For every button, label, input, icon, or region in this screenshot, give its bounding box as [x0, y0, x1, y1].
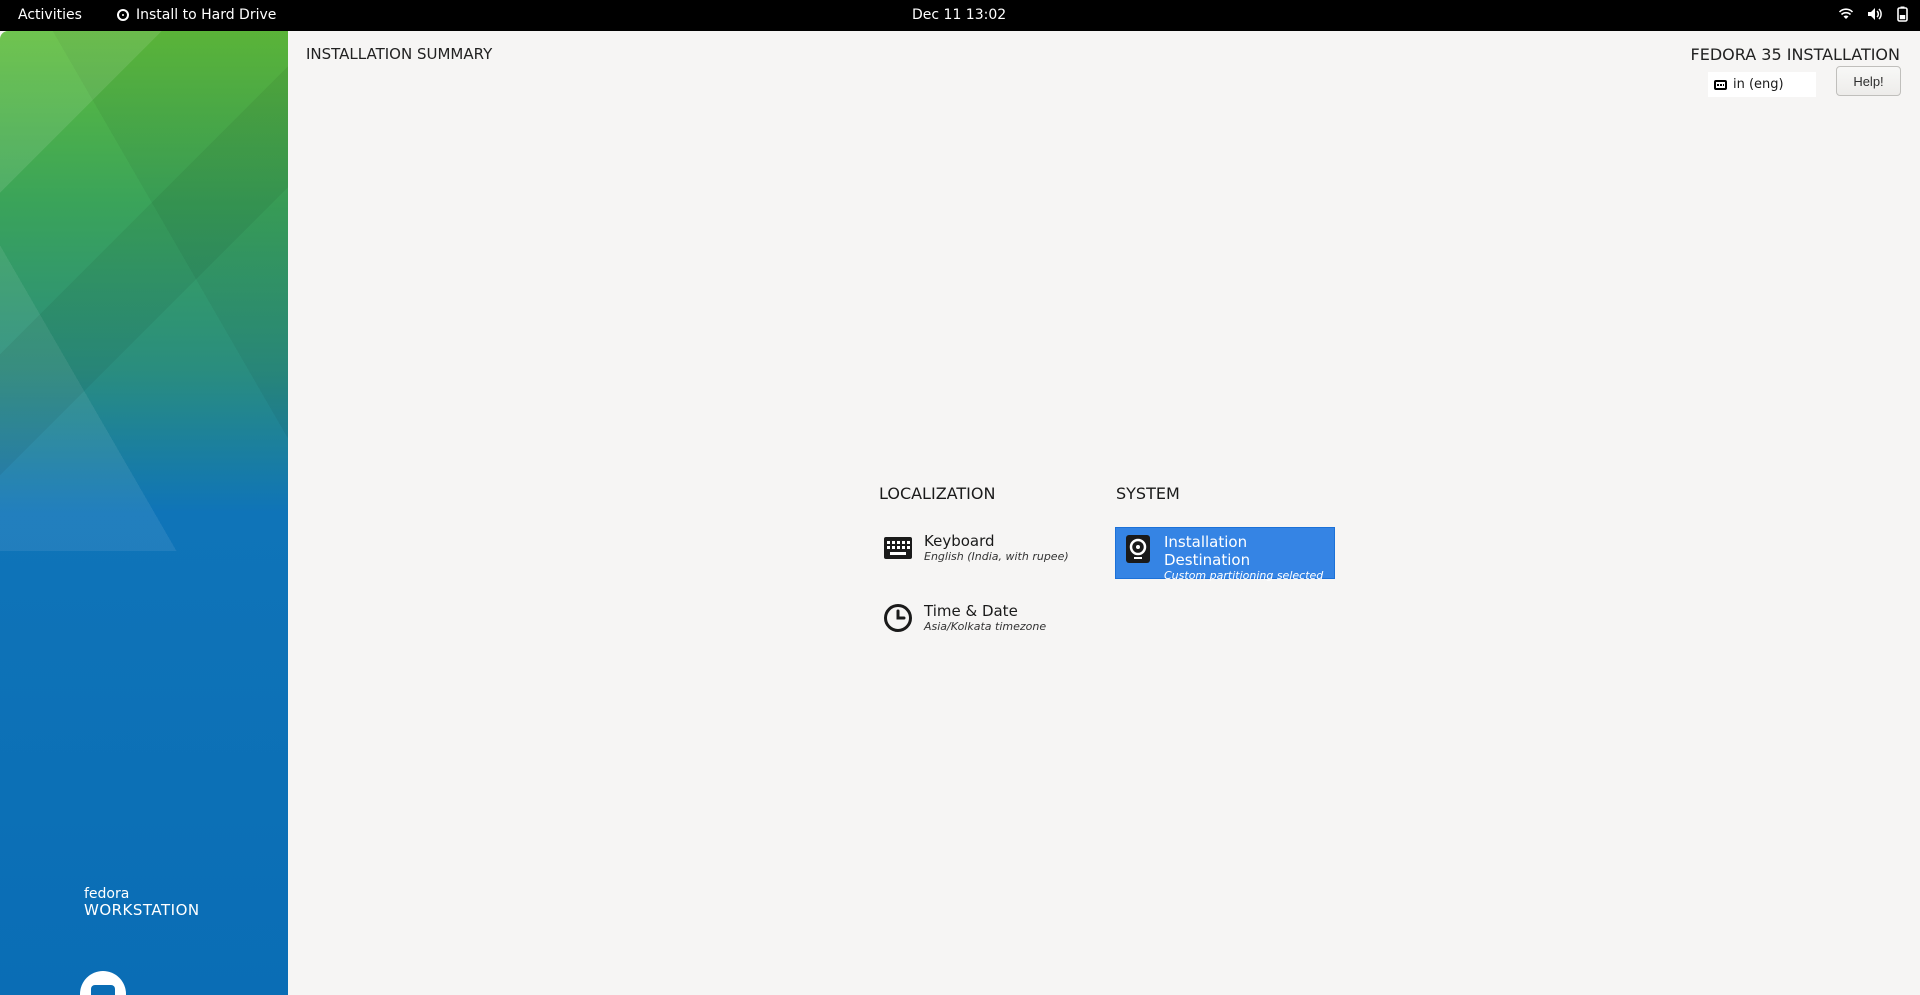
page-title: INSTALLATION SUMMARY	[306, 45, 493, 63]
clock-icon	[882, 602, 914, 634]
section-system-title: SYSTEM	[1116, 484, 1180, 503]
spoke-status: English (India, with rupee)	[924, 550, 1069, 563]
system-tray[interactable]	[1838, 6, 1910, 22]
spoke-name: Keyboard	[924, 532, 995, 550]
wifi-icon[interactable]	[1838, 6, 1854, 22]
top-bar: Activities Install to Hard Drive Dec 11 …	[0, 0, 1920, 31]
battery-icon[interactable]	[1894, 6, 1910, 22]
spoke-keyboard[interactable]: Keyboard English (India, with rupee)	[876, 527, 1075, 579]
app-menu[interactable]: Install to Hard Drive	[117, 7, 276, 23]
spoke-installation-destination[interactable]: Installation Destination Custom partitio…	[1115, 527, 1335, 582]
help-button[interactable]: Help!	[1836, 66, 1901, 96]
spoke-status: Custom partitioning selected	[1164, 569, 1324, 582]
product-title: FEDORA 35 INSTALLATION	[1690, 45, 1900, 64]
activities-button[interactable]: Activities	[18, 7, 82, 23]
spoke-name: Time & Date	[924, 602, 1018, 620]
sidebar-pattern	[0, 31, 288, 551]
clock[interactable]: Dec 11 13:02	[912, 7, 1006, 23]
installer-icon	[117, 9, 129, 21]
keyboard-icon	[882, 532, 914, 564]
section-localization-title: LOCALIZATION	[879, 484, 996, 503]
app-name: Install to Hard Drive	[136, 7, 277, 23]
volume-icon[interactable]	[1866, 6, 1882, 22]
keyboard-icon	[1714, 79, 1727, 90]
keyboard-layout-indicator[interactable]: in (eng)	[1708, 72, 1816, 97]
sidebar-branding: fedora WORKSTATION	[0, 31, 288, 995]
disk-icon	[1122, 533, 1154, 565]
keyboard-layout-label: in (eng)	[1733, 77, 1784, 92]
spoke-name: Installation Destination	[1164, 533, 1251, 569]
workstation-icon	[80, 971, 126, 995]
fedora-logo: fedora WORKSTATION	[84, 886, 200, 919]
spoke-time-date[interactable]: Time & Date Asia/Kolkata timezone	[876, 597, 1052, 649]
spoke-status: Asia/Kolkata timezone	[924, 620, 1047, 633]
